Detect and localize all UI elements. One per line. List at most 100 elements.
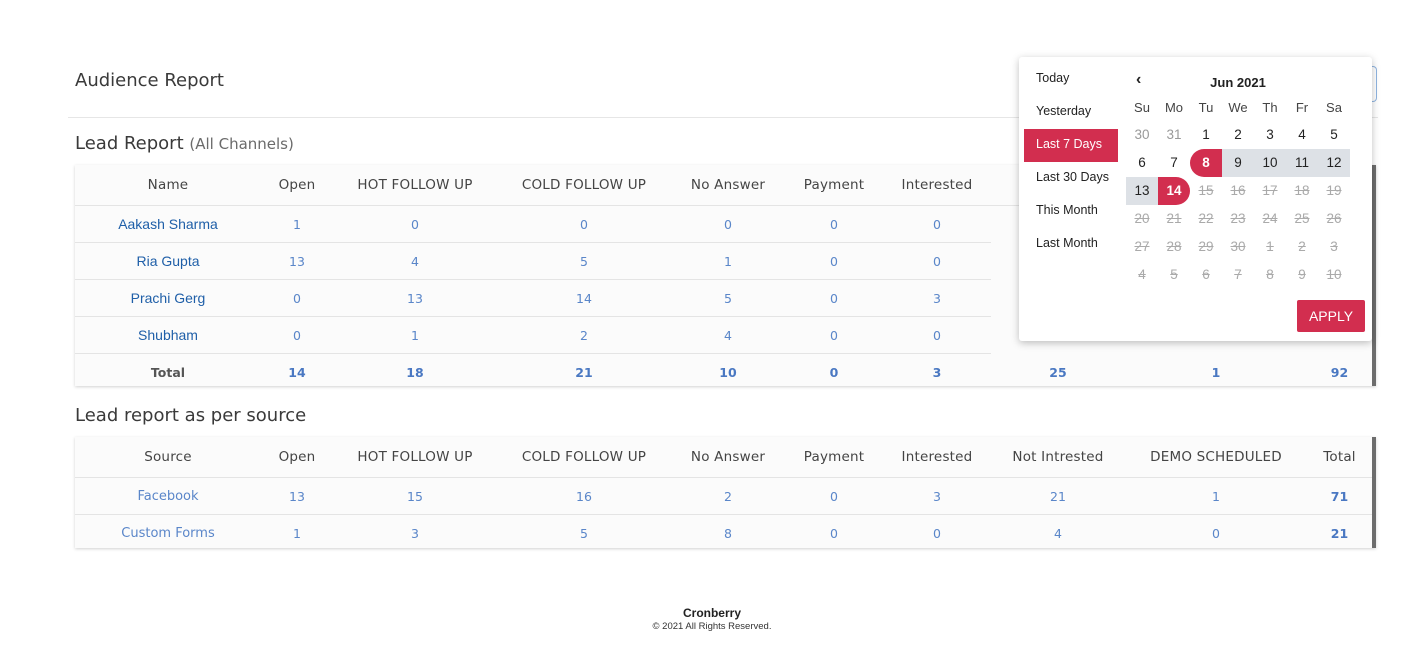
range-list: Today Yesterday Last 7 Days Last 30 Days Thi… — [1024, 63, 1118, 261]
table-cell: 0 — [933, 525, 941, 541]
column-header: DEMO SCHEDULED — [1125, 437, 1307, 478]
lead-report-subtitle: (All Channels) — [189, 135, 294, 153]
calendar-day: 2 — [1298, 239, 1306, 254]
lead-name-link[interactable]: Ria Gupta — [75, 242, 261, 280]
table-cell: 2 — [497, 316, 671, 354]
copyright: © 2021 All Rights Reserved. — [652, 621, 772, 632]
weekday-label: Tu — [1198, 100, 1214, 115]
calendar-day: 23 — [1230, 211, 1246, 226]
calendar-day[interactable]: 30 — [1126, 121, 1158, 149]
calendar-day[interactable]: 8 — [1190, 149, 1222, 177]
source-name: Facebook — [75, 477, 261, 515]
total-cell: 25 — [1049, 364, 1067, 380]
calendar-day: 1 — [1266, 239, 1274, 254]
table-cell: 4 — [671, 316, 785, 354]
page-title: Audience Report — [75, 70, 224, 91]
table-row: Facebook 13 15 16 2 0 3 21 1 71 — [75, 477, 1372, 515]
calendar-day: 17 — [1262, 183, 1278, 198]
table-cell: 5 — [580, 525, 588, 541]
total-cell: 21 — [575, 364, 593, 380]
range-option[interactable]: Last 30 Days — [1024, 162, 1118, 195]
calendar-day: 22 — [1198, 211, 1214, 226]
table-cell: 21 — [991, 477, 1125, 515]
range-option[interactable]: Last 7 Days — [1024, 129, 1118, 162]
calendar-day[interactable]: 5 — [1318, 121, 1350, 149]
lead-report-heading: Lead Report — [75, 133, 184, 154]
total-cell: 3 — [932, 364, 942, 380]
weekday-label: Sa — [1326, 100, 1342, 115]
column-header: Total — [1307, 437, 1372, 478]
calendar-day[interactable]: 2 — [1222, 121, 1254, 149]
table-cell: 13 — [333, 279, 497, 317]
table-cell: 3 — [883, 279, 991, 317]
calendar-day: 10 — [1326, 267, 1342, 282]
table-cell: 0 — [785, 316, 883, 354]
column-header: No Answer — [671, 437, 785, 478]
calendar-day[interactable]: 31 — [1158, 121, 1190, 149]
column-header: COLD FOLLOW UP — [497, 437, 671, 478]
table-cell: 4 — [1054, 525, 1062, 541]
calendar-day: 5 — [1170, 267, 1178, 282]
table-cell: 1 — [261, 205, 333, 243]
calendar-day: 26 — [1326, 211, 1342, 226]
range-option[interactable]: Today — [1024, 63, 1118, 96]
calendar-day: 6 — [1202, 267, 1210, 282]
calendar-day[interactable]: 7 — [1158, 149, 1190, 177]
calendar-day: 16 — [1230, 183, 1246, 198]
weekday-label: We — [1228, 100, 1248, 115]
calendar-day[interactable]: 13 — [1126, 177, 1158, 205]
table-cell: 0 — [830, 525, 838, 541]
total-cell: 0 — [829, 364, 839, 380]
total-cell: 1 — [1211, 364, 1221, 380]
table-cell: 16 — [497, 477, 671, 515]
lead-name-link[interactable]: Shubham — [75, 316, 261, 354]
lead-name-link[interactable]: Prachi Gerg — [75, 279, 261, 317]
source-report-table: Source Open HOT FOLLOW UP COLD FOLLOW UP No … — [75, 437, 1372, 552]
calendar-day[interactable]: 11 — [1286, 149, 1318, 177]
calendar-day[interactable]: 12 — [1318, 149, 1350, 177]
row-total-cell: 21 — [1330, 525, 1349, 541]
calendar-day: 20 — [1134, 211, 1150, 226]
calendar-day: 27 — [1134, 239, 1150, 254]
lead-name-link[interactable]: Aakash Sharma — [75, 205, 261, 243]
table-cell: 0 — [883, 205, 991, 243]
column-header: COLD FOLLOW UP — [497, 165, 671, 206]
apply-button[interactable]: APPLY — [1297, 300, 1365, 332]
table-cell: 0 — [1212, 525, 1220, 541]
calendar-day: 18 — [1294, 183, 1310, 198]
calendar-day: 4 — [1138, 267, 1146, 282]
table-cell: 1 — [1125, 477, 1307, 515]
table-cell: 0 — [261, 279, 333, 317]
calendar-day: 30 — [1230, 239, 1246, 254]
table-cell: 0 — [497, 205, 671, 243]
table-cell: 5 — [497, 242, 671, 280]
total-cell: 92 — [1330, 364, 1349, 380]
table-cell: 13 — [261, 242, 333, 280]
calendar-day[interactable]: 10 — [1254, 149, 1286, 177]
calendar-day[interactable]: 6 — [1126, 149, 1158, 177]
calendar-day: 8 — [1266, 267, 1274, 282]
calendar-day: 19 — [1326, 183, 1342, 198]
column-header: No Answer — [671, 165, 785, 206]
range-option[interactable]: Yesterday — [1024, 96, 1118, 129]
row-total-cell: 71 — [1307, 477, 1372, 515]
table-cell: 0 — [785, 242, 883, 280]
range-option[interactable]: This Month — [1024, 195, 1118, 228]
table-cell: 0 — [785, 279, 883, 317]
table-cell: 0 — [883, 242, 991, 280]
calendar-day[interactable]: 14 — [1158, 177, 1190, 205]
calendar-day[interactable]: 4 — [1286, 121, 1318, 149]
calendar-day[interactable]: 1 — [1190, 121, 1222, 149]
calendar-day[interactable]: 3 — [1254, 121, 1286, 149]
column-header: Open — [261, 165, 333, 206]
footer: Cronberry © 2021 All Rights Reserved. — [0, 606, 1424, 632]
table-cell: 1 — [333, 316, 497, 354]
calendar-day: 29 — [1198, 239, 1214, 254]
range-option[interactable]: Last Month — [1024, 228, 1118, 261]
calendar-day[interactable]: 9 — [1222, 149, 1254, 177]
table-cell: 15 — [333, 477, 497, 515]
weekday-label: Th — [1262, 100, 1278, 115]
column-header: Payment — [785, 437, 883, 478]
calendar-day: 3 — [1330, 239, 1338, 254]
table-cell: 1 — [293, 525, 301, 541]
